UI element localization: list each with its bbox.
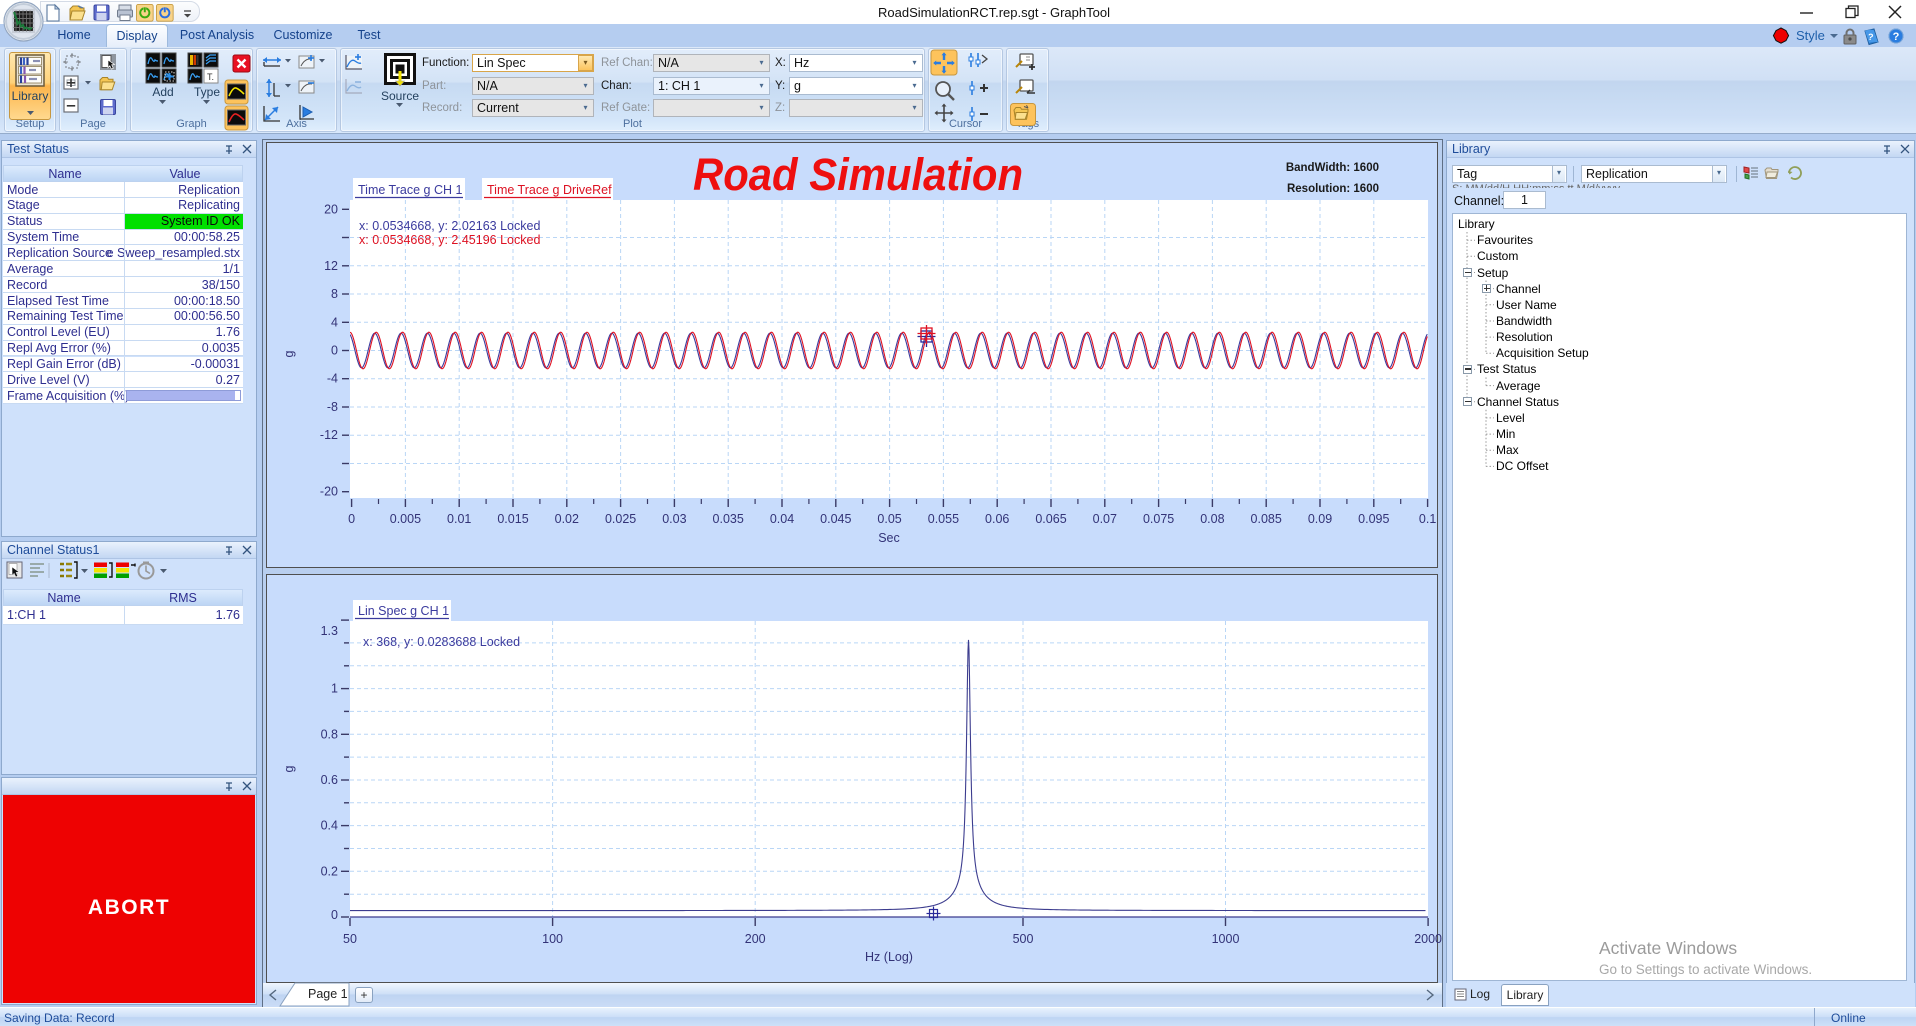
svg-text:0.065: 0.065 [1035, 512, 1066, 526]
svg-text:0.09: 0.09 [1308, 512, 1332, 526]
svg-text:T.: T. [207, 72, 214, 82]
svg-text:1.3: 1.3 [321, 624, 338, 638]
svg-text:0.08: 0.08 [1200, 512, 1224, 526]
svg-text:Time Trace g CH 1: Time Trace g CH 1 [358, 183, 462, 197]
svg-text:0.005: 0.005 [390, 512, 421, 526]
svg-text:0.095: 0.095 [1358, 512, 1389, 526]
svg-text:0.6: 0.6 [321, 773, 338, 787]
svg-text:50: 50 [343, 932, 357, 946]
svg-text:0.8: 0.8 [321, 727, 338, 741]
svg-text:?: ? [1893, 31, 1900, 43]
svg-text:2000: 2000 [1414, 932, 1442, 946]
svg-text:0.06: 0.06 [985, 512, 1009, 526]
svg-text:Style: Style [1796, 28, 1825, 43]
svg-text:0.07: 0.07 [1093, 512, 1117, 526]
svg-text:0.05: 0.05 [877, 512, 901, 526]
svg-text:g: g [282, 350, 296, 357]
svg-text:x: 0.0534668, y: 2.02163 Locke: x: 0.0534668, y: 2.02163 Locked [359, 219, 540, 233]
svg-text:0.015: 0.015 [497, 512, 528, 526]
svg-text:0.01: 0.01 [447, 512, 471, 526]
svg-text:0.075: 0.075 [1143, 512, 1174, 526]
svg-text:4: 4 [331, 315, 338, 329]
svg-text:500: 500 [1013, 932, 1034, 946]
svg-text:0: 0 [331, 908, 338, 922]
svg-text:Hz (Log): Hz (Log) [865, 950, 913, 964]
svg-text:Resolution: 1600: Resolution: 1600 [1287, 183, 1379, 195]
svg-text:Time Trace g DriveRef: Time Trace g DriveRef [487, 183, 612, 197]
svg-text:-20: -20 [320, 485, 338, 499]
svg-text:-12: -12 [320, 428, 338, 442]
svg-text:0.025: 0.025 [605, 512, 636, 526]
svg-text:-8: -8 [327, 400, 338, 414]
svg-text:1000: 1000 [1212, 932, 1240, 946]
svg-text:0.045: 0.045 [820, 512, 851, 526]
svg-text:0.035: 0.035 [713, 512, 744, 526]
svg-text:0.02: 0.02 [555, 512, 579, 526]
svg-text:0.4: 0.4 [321, 819, 338, 833]
svg-text:0.03: 0.03 [662, 512, 686, 526]
svg-text:100: 100 [542, 932, 563, 946]
svg-text:0.2: 0.2 [321, 864, 338, 878]
svg-text:g: g [282, 765, 296, 772]
svg-text:Road Simulation: Road Simulation [693, 149, 1023, 200]
svg-text:Lin Spec g CH 1: Lin Spec g CH 1 [358, 604, 449, 618]
svg-text:1: 1 [331, 682, 338, 696]
svg-text:12: 12 [324, 259, 338, 273]
svg-text:Sec: Sec [878, 531, 900, 545]
svg-text:x: 0.0534668, y: 2.45196 Locke: x: 0.0534668, y: 2.45196 Locked [359, 233, 540, 247]
svg-text:0.055: 0.055 [928, 512, 959, 526]
svg-text:200: 200 [745, 932, 766, 946]
svg-text:0: 0 [348, 512, 355, 526]
svg-text:20: 20 [324, 202, 338, 216]
svg-text:BandWidth: 1600: BandWidth: 1600 [1286, 162, 1379, 174]
svg-text:0.1: 0.1 [1419, 512, 1436, 526]
svg-text:x: 368, y: 0.0283688 Locked: x: 368, y: 0.0283688 Locked [363, 635, 520, 649]
svg-text:0.085: 0.085 [1251, 512, 1282, 526]
svg-text:0.04: 0.04 [770, 512, 794, 526]
svg-text:8: 8 [331, 287, 338, 301]
svg-text:0: 0 [331, 344, 338, 358]
svg-text:-4: -4 [327, 372, 338, 386]
